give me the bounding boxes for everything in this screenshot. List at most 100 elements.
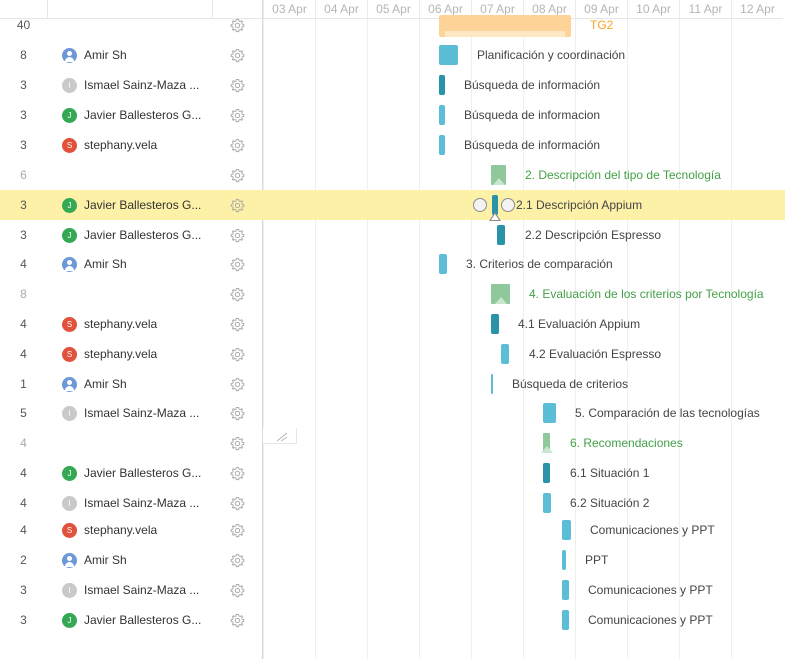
task-name: TG2 bbox=[590, 18, 614, 32]
task-bar[interactable] bbox=[543, 403, 556, 423]
task-duration: 3 bbox=[20, 228, 27, 242]
gear-icon[interactable] bbox=[230, 613, 245, 628]
task-bar[interactable] bbox=[439, 105, 445, 125]
task-bar[interactable] bbox=[439, 45, 458, 65]
task-name: Comunicaciones y PPT bbox=[588, 583, 713, 597]
avatar: I bbox=[62, 496, 77, 511]
assignee-name: Javier Ballesteros G... bbox=[84, 108, 202, 122]
task-row[interactable]: 3 Sstephany.vela bbox=[0, 130, 785, 160]
task-duration: 5 bbox=[20, 406, 27, 420]
task-row[interactable]: 3 J Javier Ballesteros G... bbox=[0, 220, 785, 250]
gear-icon[interactable] bbox=[230, 436, 245, 451]
task-duration: 4 bbox=[20, 496, 27, 510]
gear-icon[interactable] bbox=[230, 257, 245, 272]
gear-icon[interactable] bbox=[230, 168, 245, 183]
task-row[interactable]: 3 J Javier Ballesteros G... bbox=[0, 190, 785, 220]
task-duration: 3 bbox=[20, 583, 27, 597]
summary-bar[interactable] bbox=[491, 165, 506, 185]
task-name: Comunicaciones y PPT bbox=[590, 523, 715, 537]
task-bar[interactable] bbox=[497, 225, 505, 245]
assignee-name: Amir Sh bbox=[84, 48, 127, 62]
assignee-name: Javier Ballesteros G... bbox=[84, 198, 202, 212]
task-row[interactable]: 3 I Ismael Sainz-Maza ... bbox=[0, 70, 785, 100]
link-end-handle[interactable] bbox=[501, 198, 515, 212]
task-bar[interactable] bbox=[543, 493, 551, 513]
user-icon bbox=[62, 48, 77, 63]
avatar: J bbox=[62, 466, 77, 481]
task-name: Búsqueda de información bbox=[464, 78, 601, 92]
task-bar[interactable] bbox=[439, 75, 445, 95]
task-bar[interactable] bbox=[439, 254, 447, 274]
progress-drag-handle-fill bbox=[491, 214, 499, 220]
task-duration: 3 bbox=[20, 108, 27, 122]
assignee-name: stephany.vela bbox=[84, 138, 158, 152]
gear-icon[interactable] bbox=[230, 228, 245, 243]
gear-icon[interactable] bbox=[230, 523, 245, 538]
avatar: S bbox=[62, 317, 77, 332]
project-bar[interactable] bbox=[439, 15, 571, 37]
parent-bar-marker bbox=[494, 297, 507, 304]
gear-icon[interactable] bbox=[230, 347, 245, 362]
assignee-name: stephany.vela bbox=[84, 523, 158, 537]
task-name: 6. Recomendaciones bbox=[570, 436, 683, 450]
assignee-name: Javier Ballesteros G... bbox=[84, 228, 202, 242]
task-row[interactable]: 3 J Javier Ballesteros G... bbox=[0, 100, 785, 130]
task-row[interactable]: 8 Amir Sh bbox=[0, 40, 785, 70]
task-row[interactable]: 1 Amir Sh bbox=[0, 369, 785, 399]
link-start-handle[interactable] bbox=[473, 198, 487, 212]
task-duration: 8 bbox=[20, 48, 27, 62]
gear-icon[interactable] bbox=[230, 583, 245, 598]
gear-icon[interactable] bbox=[230, 466, 245, 481]
task-row[interactable]: 2 Amir Sh bbox=[0, 545, 785, 575]
task-name: 4.1 Evaluación Appium bbox=[518, 317, 641, 331]
task-bar[interactable] bbox=[491, 314, 499, 334]
task-row[interactable]: 4 J Javier Ballesteros G... bbox=[0, 458, 785, 488]
task-bar[interactable] bbox=[562, 610, 569, 630]
gear-icon[interactable] bbox=[230, 406, 245, 421]
user-icon bbox=[62, 377, 77, 392]
gear-icon[interactable] bbox=[230, 18, 245, 33]
task-duration: 4 bbox=[20, 257, 27, 271]
task-bar[interactable] bbox=[439, 135, 445, 155]
task-progress bbox=[543, 463, 550, 483]
avatar: S bbox=[62, 523, 77, 538]
task-row[interactable]: 4 Sstephany.vela bbox=[0, 339, 785, 369]
task-name: 6.2 Situación 2 bbox=[570, 496, 650, 510]
task-progress bbox=[439, 75, 445, 95]
task-name: 5. Comparación de las tecnologías bbox=[575, 406, 760, 420]
task-bar[interactable] bbox=[501, 344, 509, 364]
parent-bar-marker bbox=[540, 446, 553, 453]
task-bar[interactable] bbox=[491, 374, 493, 394]
task-bar[interactable] bbox=[543, 463, 550, 483]
gear-icon[interactable] bbox=[230, 496, 245, 511]
gear-icon[interactable] bbox=[230, 108, 245, 123]
avatar: S bbox=[62, 138, 77, 153]
gear-icon[interactable] bbox=[230, 317, 245, 332]
task-bar[interactable] bbox=[562, 550, 566, 570]
gear-icon[interactable] bbox=[230, 377, 245, 392]
resize-grip-icon[interactable] bbox=[263, 428, 297, 444]
gear-icon[interactable] bbox=[230, 78, 245, 93]
gear-icon[interactable] bbox=[230, 138, 245, 153]
gear-icon[interactable] bbox=[230, 287, 245, 302]
task-row[interactable]: 4 Sstephany.vela bbox=[0, 309, 785, 339]
gear-icon[interactable] bbox=[230, 48, 245, 63]
task-bar[interactable] bbox=[562, 580, 569, 600]
avatar: J bbox=[62, 228, 77, 243]
task-row[interactable]: 4 I Ismael Sainz-Maza ... bbox=[0, 488, 785, 518]
summary-bar[interactable] bbox=[540, 433, 553, 453]
task-duration: 4 bbox=[20, 317, 27, 331]
task-duration: 4 bbox=[20, 466, 27, 480]
task-name: 6.1 Situación 1 bbox=[570, 466, 650, 480]
avatar: J bbox=[62, 198, 77, 213]
task-name: 3. Criterios de comparación bbox=[466, 257, 613, 271]
task-row[interactable]: 4 Amir Sh bbox=[0, 249, 785, 279]
assignee-name: Amir Sh bbox=[84, 377, 127, 391]
avatar: S bbox=[62, 347, 77, 362]
parent-bar-marker bbox=[492, 178, 505, 185]
gear-icon[interactable] bbox=[230, 553, 245, 568]
gear-icon[interactable] bbox=[230, 198, 245, 213]
summary-bar[interactable] bbox=[491, 284, 510, 304]
task-row[interactable]: 40 bbox=[0, 10, 785, 40]
task-bar[interactable] bbox=[562, 520, 571, 540]
